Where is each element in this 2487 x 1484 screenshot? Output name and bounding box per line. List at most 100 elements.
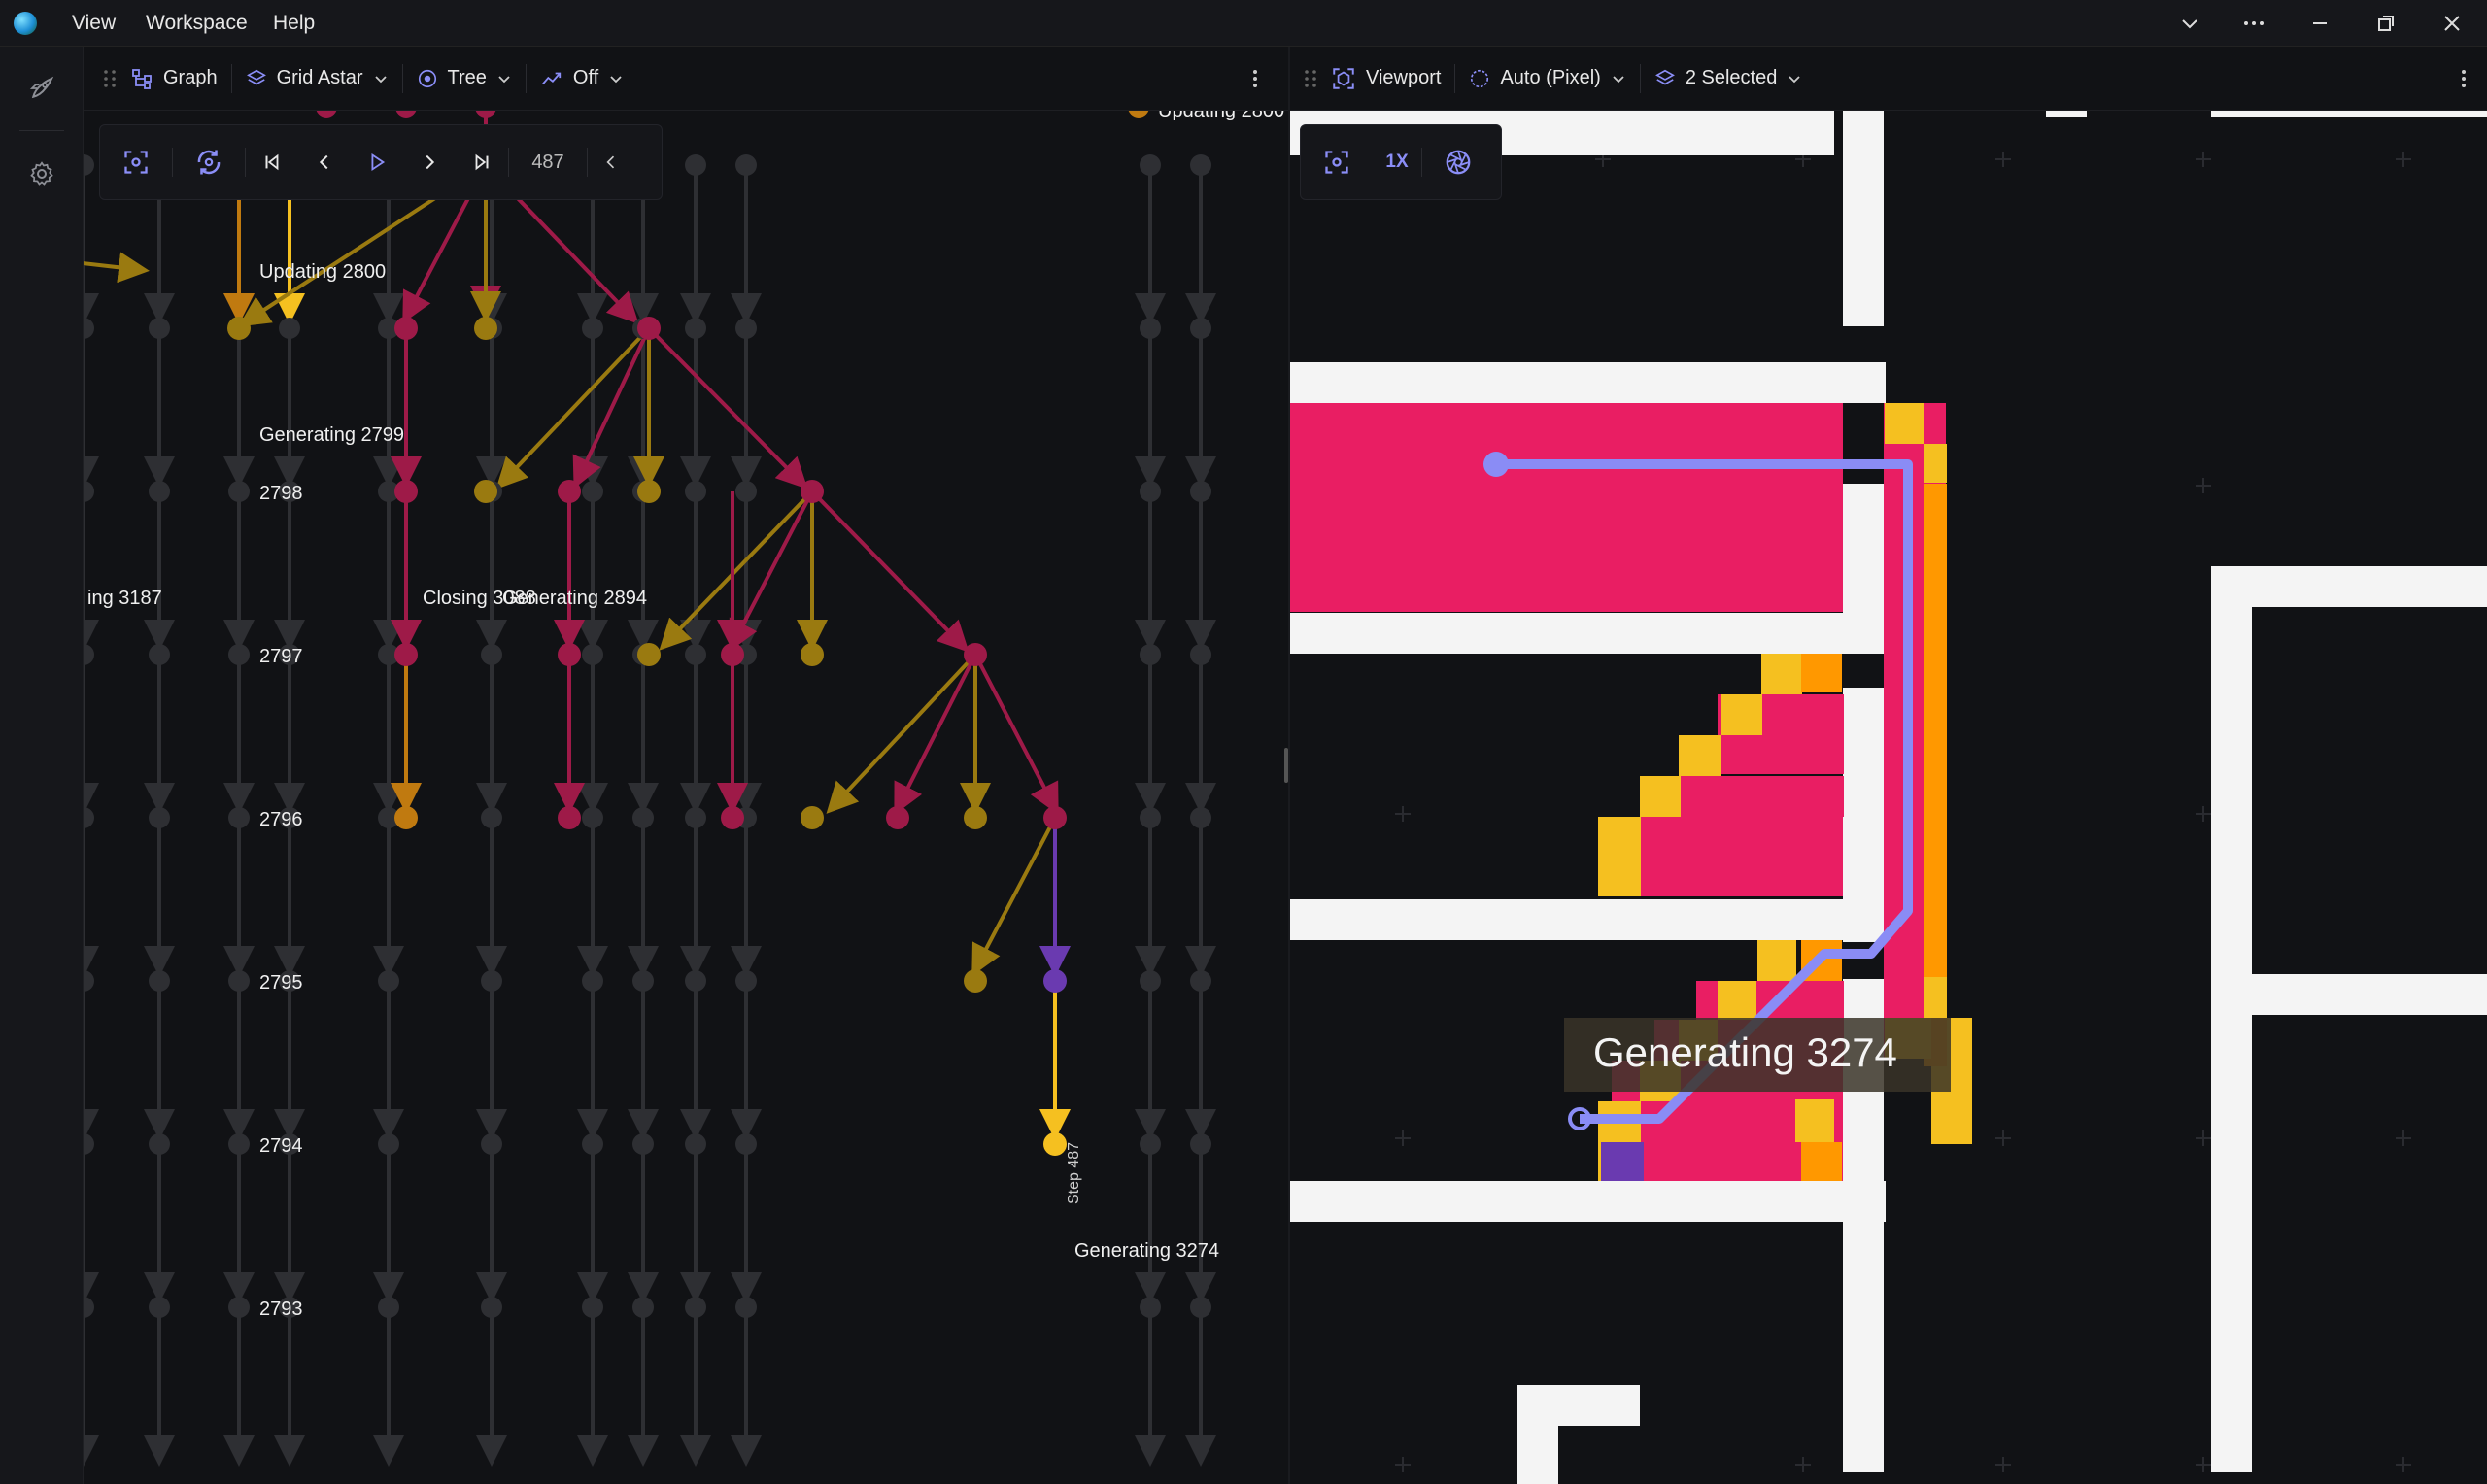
zoom-level[interactable]: 1X: [1373, 152, 1421, 173]
graph-node[interactable]: [84, 481, 94, 502]
viewport-canvas[interactable]: Generating 3274: [1290, 47, 2487, 1484]
drag-handle-icon[interactable]: [103, 68, 117, 89]
graph-node[interactable]: [582, 1133, 603, 1155]
graph-node[interactable]: [378, 970, 399, 992]
gear-icon[interactable]: [19, 152, 64, 196]
graph-node[interactable]: [1140, 154, 1161, 176]
graph-node[interactable]: [394, 317, 418, 340]
panel-resize-handle[interactable]: [1284, 748, 1288, 783]
screenshot-button[interactable]: [1422, 124, 1494, 200]
graph-node[interactable]: [481, 1133, 502, 1155]
graph-node[interactable]: [721, 643, 744, 666]
graph-node[interactable]: [632, 807, 654, 828]
graph-node[interactable]: [378, 1297, 399, 1318]
drag-handle-icon[interactable]: [1304, 68, 1317, 89]
graph-node[interactable]: [685, 1297, 706, 1318]
rocket-icon[interactable]: [19, 66, 64, 111]
graph-node[interactable]: [228, 481, 250, 502]
layout-dropdown[interactable]: Tree: [403, 47, 526, 111]
graph-node[interactable]: [84, 970, 94, 992]
graph-node[interactable]: [149, 644, 170, 665]
graph-node[interactable]: [685, 154, 706, 176]
graph-node[interactable]: [1140, 1133, 1161, 1155]
graph-node[interactable]: [735, 154, 757, 176]
graph-node[interactable]: [1190, 970, 1211, 992]
step-forward-button[interactable]: [403, 124, 456, 200]
menu-help[interactable]: Help: [273, 0, 315, 47]
graph-node[interactable]: [481, 970, 502, 992]
graph-node[interactable]: [685, 644, 706, 665]
graph-node[interactable]: [474, 480, 497, 503]
graph-node[interactable]: [1043, 969, 1067, 993]
graph-node[interactable]: [632, 1133, 654, 1155]
graph-node[interactable]: [279, 318, 300, 339]
graph-node[interactable]: [84, 154, 94, 176]
graph-node[interactable]: [735, 481, 757, 502]
graph-node[interactable]: [801, 480, 824, 503]
fit-view-button[interactable]: [100, 124, 172, 200]
graph-node[interactable]: [1190, 807, 1211, 828]
graph-node[interactable]: [228, 1297, 250, 1318]
graph-node[interactable]: [637, 480, 661, 503]
graph-node[interactable]: [735, 318, 757, 339]
graph-node[interactable]: [886, 806, 909, 829]
graph-node[interactable]: [685, 318, 706, 339]
play-button[interactable]: [351, 124, 403, 200]
step-back-button[interactable]: [298, 124, 351, 200]
graph-node[interactable]: [1140, 644, 1161, 665]
menu-view[interactable]: View: [72, 0, 116, 47]
graph-node[interactable]: [84, 318, 94, 339]
skip-end-button[interactable]: [456, 124, 508, 200]
graph-node[interactable]: [735, 1297, 757, 1318]
graph-node[interactable]: [84, 807, 94, 828]
graph-node[interactable]: [1043, 806, 1067, 829]
graph-node[interactable]: [84, 1297, 94, 1318]
graph-node[interactable]: [637, 643, 661, 666]
graph-node[interactable]: [582, 807, 603, 828]
algorithm-dropdown[interactable]: Grid Astar: [232, 47, 402, 111]
graph-node[interactable]: [228, 1133, 250, 1155]
graph-node[interactable]: [685, 807, 706, 828]
graph-node[interactable]: [632, 970, 654, 992]
graph-node[interactable]: [582, 644, 603, 665]
graph-node[interactable]: [481, 644, 502, 665]
graph-node[interactable]: [735, 1133, 757, 1155]
menu-workspace[interactable]: Workspace: [146, 0, 248, 47]
minimize-icon[interactable]: [2308, 12, 2332, 35]
graph-node[interactable]: [1190, 318, 1211, 339]
graph-node[interactable]: [394, 480, 418, 503]
restore-icon[interactable]: [2374, 12, 2398, 35]
graph-node[interactable]: [1190, 481, 1211, 502]
follow-button[interactable]: [173, 124, 245, 200]
graph-node[interactable]: [1190, 1297, 1211, 1318]
graph-node[interactable]: [394, 643, 418, 666]
graph-node[interactable]: [149, 807, 170, 828]
graph-node[interactable]: [228, 970, 250, 992]
graph-node[interactable]: [228, 807, 250, 828]
graph-node[interactable]: [801, 806, 824, 829]
viewport-button[interactable]: Viewport: [1317, 47, 1454, 111]
graph-node[interactable]: [582, 970, 603, 992]
layers-dropdown[interactable]: 2 Selected: [1641, 47, 1817, 111]
graph-node[interactable]: [964, 969, 987, 993]
graph-node[interactable]: [558, 480, 581, 503]
graph-node[interactable]: [228, 644, 250, 665]
graph-node[interactable]: [1043, 1132, 1067, 1156]
fit-viewport-button[interactable]: [1301, 124, 1373, 200]
graph-node[interactable]: [685, 481, 706, 502]
graph-node[interactable]: [1140, 807, 1161, 828]
graph-node[interactable]: [1140, 318, 1161, 339]
skip-start-button[interactable]: [246, 124, 298, 200]
graph-node[interactable]: [474, 317, 497, 340]
graph-node[interactable]: [227, 317, 251, 340]
graph-node[interactable]: [801, 643, 824, 666]
graph-node[interactable]: [685, 970, 706, 992]
search-tree-graph[interactable]: 279827972796279527942793 Updating 2800 U…: [84, 47, 1288, 1484]
close-icon[interactable]: [2440, 12, 2464, 35]
graph-node[interactable]: [582, 1297, 603, 1318]
graph-node[interactable]: [632, 1297, 654, 1318]
graph-node[interactable]: [1140, 970, 1161, 992]
graph-node[interactable]: [582, 481, 603, 502]
graph-node[interactable]: [149, 970, 170, 992]
graph-node[interactable]: [481, 807, 502, 828]
